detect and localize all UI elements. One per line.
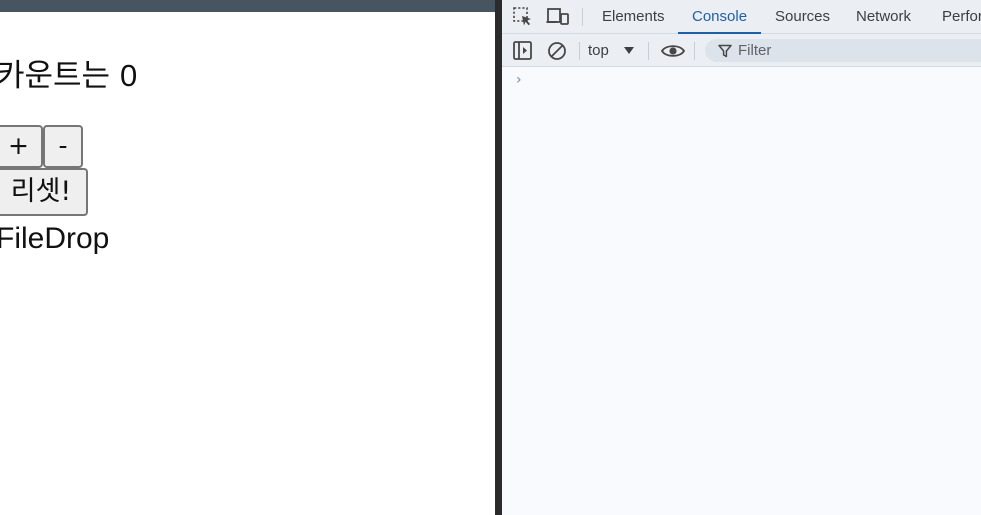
- live-expression-eye-icon[interactable]: [660, 40, 686, 62]
- page-top-bar: [0, 0, 495, 12]
- reset-button[interactable]: 리셋!: [0, 168, 88, 216]
- tab-performance[interactable]: Perfor: [940, 0, 981, 34]
- device-toolbar-icon[interactable]: [546, 6, 569, 28]
- toolbar-separator: [648, 42, 649, 60]
- tab-elements[interactable]: Elements: [600, 0, 667, 34]
- filter-box[interactable]: [705, 39, 981, 62]
- tab-network[interactable]: Network: [854, 0, 913, 34]
- console-toolbar: top: [502, 34, 981, 67]
- tab-sources[interactable]: Sources: [773, 0, 832, 34]
- devtools-panel: Elements Console Sources Network Perfor: [502, 0, 981, 515]
- toolbar-separator: [579, 42, 580, 60]
- filter-input[interactable]: [738, 39, 978, 62]
- filter-funnel-icon: [717, 43, 733, 59]
- console-output[interactable]: ›: [502, 67, 981, 515]
- devtools-splitter[interactable]: [495, 0, 502, 515]
- console-prompt-icon: ›: [516, 72, 522, 88]
- decrement-button[interactable]: -: [43, 125, 83, 168]
- context-dropdown-icon[interactable]: [624, 47, 634, 54]
- count-value: 0: [119, 58, 138, 93]
- count-prefix: 카운트는: [0, 58, 111, 93]
- toolbar-separator: [694, 42, 695, 60]
- filedrop-text: FileDrop: [0, 222, 110, 255]
- window: 카운트는 0 + - 리셋! FileDrop Elements Console…: [0, 0, 981, 515]
- tab-console[interactable]: Console: [690, 0, 749, 34]
- inspect-element-icon[interactable]: [512, 6, 534, 28]
- sidebar-toggle-icon[interactable]: [512, 40, 534, 62]
- devtools-tab-bar: Elements Console Sources Network Perfor: [502, 0, 981, 34]
- tab-bar-separator: [582, 8, 583, 26]
- clear-console-icon[interactable]: [546, 40, 568, 62]
- page-viewport: 카운트는 0 + - 리셋! FileDrop: [0, 0, 495, 515]
- increment-button[interactable]: +: [0, 125, 43, 168]
- context-selector[interactable]: top: [588, 34, 609, 67]
- count-text: 카운트는 0: [0, 50, 137, 95]
